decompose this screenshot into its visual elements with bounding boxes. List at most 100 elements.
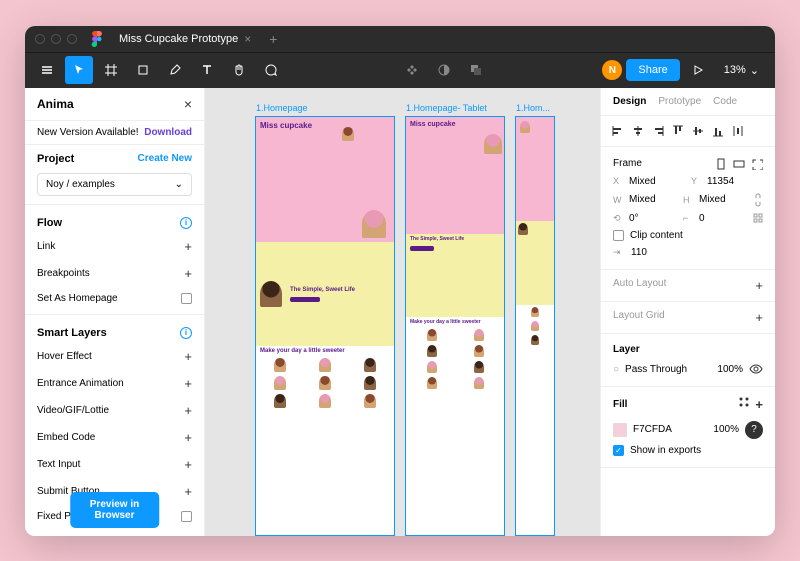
fill-opacity[interactable]: 100% [713, 424, 739, 435]
orientation-portrait-icon[interactable] [715, 158, 727, 170]
menu-button[interactable] [33, 56, 61, 84]
checkbox[interactable] [181, 293, 192, 304]
list-item[interactable]: Video/GIF/Lottie+ [25, 397, 204, 424]
fill-hex[interactable]: F7CFDA [633, 424, 672, 435]
layer-opacity[interactable]: 100% [717, 364, 743, 375]
frame-label: Frame [613, 158, 642, 169]
project-dropdown[interactable]: Noy / examples ⌄ [37, 173, 192, 196]
artboard-label[interactable]: 1.Homepage- Tablet [406, 103, 487, 113]
h-input[interactable]: Mixed [699, 194, 726, 205]
artboard-tablet[interactable]: 1.Homepage- Tablet Miss cupcake The Simp… [405, 116, 505, 536]
text-tool[interactable] [193, 56, 221, 84]
align-top-icon[interactable] [669, 122, 687, 140]
hand-tool[interactable] [225, 56, 253, 84]
align-right-icon[interactable] [649, 122, 667, 140]
project-label: Project [37, 153, 74, 165]
list-item[interactable]: Breakpoints + [25, 260, 204, 287]
independent-corners-icon[interactable] [753, 213, 763, 223]
rotation-input[interactable]: 0° [629, 213, 639, 224]
list-item[interactable]: Embed Code+ [25, 424, 204, 451]
list-item[interactable]: Link+ [25, 233, 204, 260]
comment-tool[interactable] [257, 56, 285, 84]
add-icon[interactable]: + [184, 266, 192, 281]
w-input[interactable]: Mixed [629, 194, 656, 205]
distribute-icon[interactable] [729, 122, 747, 140]
canvas[interactable]: 1.Homepage Miss cupcake The Simple, Swee… [205, 88, 600, 536]
figma-logo-icon [91, 31, 103, 47]
user-avatar[interactable]: N [602, 60, 622, 80]
style-icon[interactable] [739, 397, 749, 407]
anima-panel: Anima × New Version Available! Download … [25, 88, 205, 536]
add-auto-layout-icon[interactable]: + [755, 278, 763, 293]
resize-fit-icon[interactable] [751, 158, 763, 170]
add-icon[interactable]: + [184, 484, 192, 499]
add-icon[interactable]: + [184, 457, 192, 472]
add-icon[interactable]: + [184, 349, 192, 364]
close-icon[interactable]: × [244, 32, 251, 46]
add-layout-grid-icon[interactable]: + [755, 310, 763, 325]
list-item[interactable]: Text Input + [25, 451, 204, 478]
boolean-tool[interactable] [462, 56, 490, 84]
artboard-label[interactable]: 1.Hom... [516, 103, 550, 113]
artboard-label[interactable]: 1.Homepage [256, 103, 308, 113]
pen-tool[interactable] [161, 56, 189, 84]
info-icon[interactable]: i [180, 327, 192, 339]
tab-prototype[interactable]: Prototype [658, 96, 701, 107]
mask-tool[interactable] [430, 56, 458, 84]
orientation-landscape-icon[interactable] [733, 158, 745, 170]
add-icon[interactable]: + [184, 239, 192, 254]
list-item[interactable]: Set As Homepage [25, 287, 204, 310]
add-icon[interactable]: + [184, 430, 192, 445]
fill-label: Fill [613, 399, 627, 410]
align-hcenter-icon[interactable] [629, 122, 647, 140]
visibility-icon[interactable] [749, 364, 763, 374]
x-input[interactable]: Mixed [629, 176, 656, 187]
frame-tool[interactable] [97, 56, 125, 84]
list-item[interactable]: Hover Effect + [25, 343, 204, 370]
y-input[interactable]: 11354 [707, 176, 734, 187]
share-button[interactable]: Share [626, 59, 679, 81]
radius-input[interactable]: 0 [699, 213, 705, 224]
preview-browser-button[interactable]: Preview in Browser [70, 492, 160, 528]
shape-tool[interactable] [129, 56, 157, 84]
align-bottom-icon[interactable] [709, 122, 727, 140]
artboard-desktop[interactable]: 1.Homepage Miss cupcake The Simple, Swee… [255, 116, 395, 536]
zoom-control[interactable]: 13%⌄ [716, 64, 767, 77]
constrain-icon[interactable] [753, 193, 763, 207]
tab-code[interactable]: Code [713, 96, 737, 107]
traffic-min[interactable] [51, 34, 61, 44]
help-icon[interactable]: ? [745, 421, 763, 439]
component-tool[interactable] [398, 56, 426, 84]
list-item[interactable]: Entrance Animation+ [25, 370, 204, 397]
add-icon[interactable]: + [184, 376, 192, 391]
present-button[interactable] [684, 56, 712, 84]
tab-title: Miss Cupcake Prototype [119, 33, 238, 45]
close-panel-icon[interactable]: × [184, 96, 192, 112]
align-left-icon[interactable] [609, 122, 627, 140]
checkbox[interactable] [181, 511, 192, 522]
download-link[interactable]: Download [144, 127, 192, 138]
panel-title: Anima [37, 97, 74, 111]
info-icon[interactable]: i [180, 217, 192, 229]
blend-mode[interactable]: Pass Through [625, 364, 711, 375]
list-item-label: Breakpoints [37, 268, 90, 279]
align-vcenter-icon[interactable] [689, 122, 707, 140]
tab-design[interactable]: Design [613, 96, 646, 107]
traffic-close[interactable] [35, 34, 45, 44]
list-item-label: Text Input [37, 459, 80, 470]
clip-content-checkbox[interactable] [613, 230, 624, 241]
traffic-max[interactable] [67, 34, 77, 44]
spacing-input[interactable]: 110 [631, 247, 647, 258]
layer-label: Layer [613, 344, 640, 355]
banner-message: New Version Available! [37, 127, 139, 138]
add-icon[interactable]: + [184, 403, 192, 418]
fill-swatch[interactable] [613, 423, 627, 437]
artboard-mobile[interactable]: 1.Hom... [515, 116, 555, 536]
show-exports-checkbox[interactable] [613, 445, 624, 456]
file-tab[interactable]: Miss Cupcake Prototype × [109, 28, 261, 50]
create-new-link[interactable]: Create New [138, 153, 192, 164]
add-fill-icon[interactable]: + [755, 397, 763, 412]
list-item-label: Hover Effect [37, 351, 92, 362]
add-tab-icon[interactable]: + [269, 31, 277, 47]
move-tool[interactable] [65, 56, 93, 84]
